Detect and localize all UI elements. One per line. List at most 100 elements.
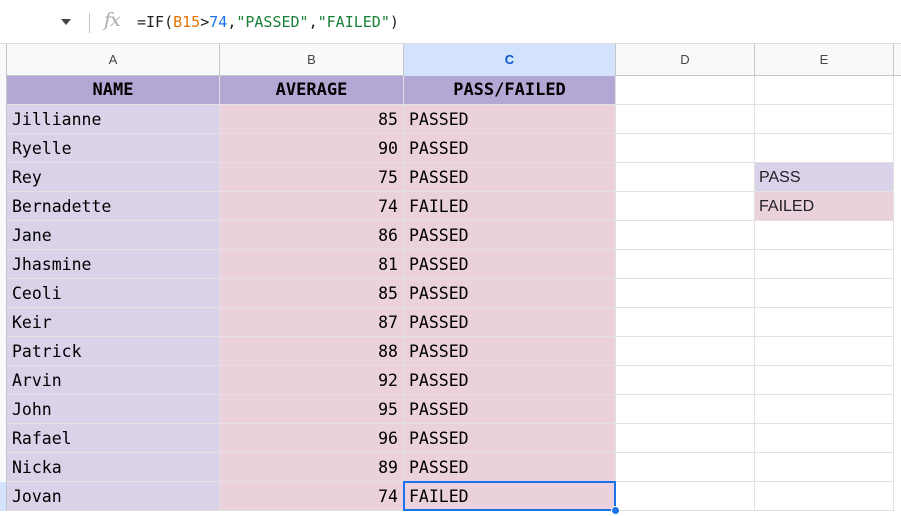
row-header[interactable] xyxy=(0,424,7,453)
empty-cell[interactable] xyxy=(616,395,755,424)
average-cell[interactable]: 74 xyxy=(220,482,404,511)
name-cell[interactable]: Jillianne xyxy=(7,105,220,134)
column-header-d[interactable]: D xyxy=(616,44,755,76)
empty-cell[interactable] xyxy=(616,337,755,366)
empty-cell[interactable] xyxy=(616,366,755,395)
column-header-e[interactable]: E xyxy=(755,44,894,76)
header-cell-name[interactable]: NAME xyxy=(7,76,220,105)
name-cell[interactable]: Ryelle xyxy=(7,134,220,163)
name-cell[interactable]: Rafael xyxy=(7,424,220,453)
formula-cell-ref: B15 xyxy=(173,13,201,31)
result-cell[interactable]: PASSED xyxy=(404,395,616,424)
empty-cell[interactable] xyxy=(616,424,755,453)
result-cell[interactable]: PASSED xyxy=(404,366,616,395)
average-cell[interactable]: 88 xyxy=(220,337,404,366)
average-cell[interactable]: 90 xyxy=(220,134,404,163)
row-header[interactable] xyxy=(0,337,7,366)
empty-cell[interactable] xyxy=(755,221,894,250)
result-cell[interactable]: PASSED xyxy=(404,105,616,134)
result-cell[interactable]: PASSED xyxy=(404,453,616,482)
result-cell[interactable]: PASSED xyxy=(404,163,616,192)
empty-cell[interactable] xyxy=(616,453,755,482)
empty-cell[interactable] xyxy=(616,308,755,337)
empty-cell[interactable] xyxy=(755,279,894,308)
row-header[interactable] xyxy=(0,366,7,395)
empty-cell[interactable] xyxy=(755,76,894,105)
average-cell[interactable]: 85 xyxy=(220,279,404,308)
name-cell[interactable]: Ceoli xyxy=(7,279,220,308)
row-header[interactable] xyxy=(0,250,7,279)
name-cell[interactable]: Jhasmine xyxy=(7,250,220,279)
row-header[interactable] xyxy=(0,192,7,221)
empty-cell[interactable] xyxy=(755,337,894,366)
empty-cell[interactable] xyxy=(755,424,894,453)
empty-cell[interactable] xyxy=(616,279,755,308)
name-cell[interactable]: Nicka xyxy=(7,453,220,482)
result-cell[interactable]: PASSED xyxy=(404,279,616,308)
column-header-a[interactable]: A xyxy=(7,44,220,76)
row-header[interactable] xyxy=(0,134,7,163)
average-cell[interactable]: 95 xyxy=(220,395,404,424)
row-header[interactable] xyxy=(0,279,7,308)
header-cell-average[interactable]: AVERAGE xyxy=(220,76,404,105)
result-cell[interactable]: FAILED xyxy=(404,192,616,221)
row-header[interactable] xyxy=(0,395,7,424)
empty-cell[interactable] xyxy=(616,221,755,250)
empty-cell[interactable] xyxy=(755,250,894,279)
row-header[interactable] xyxy=(0,453,7,482)
row-header[interactable] xyxy=(0,482,7,511)
empty-cell[interactable] xyxy=(755,105,894,134)
empty-cell[interactable] xyxy=(616,482,755,511)
row-header[interactable] xyxy=(0,221,7,250)
result-cell[interactable]: FAILED xyxy=(404,482,616,511)
average-cell[interactable]: 75 xyxy=(220,163,404,192)
empty-cell[interactable] xyxy=(616,134,755,163)
result-cell[interactable]: PASSED xyxy=(404,134,616,163)
empty-cell[interactable] xyxy=(616,192,755,221)
average-cell[interactable]: 86 xyxy=(220,221,404,250)
row-header[interactable] xyxy=(0,163,7,192)
empty-cell[interactable] xyxy=(616,76,755,105)
average-cell[interactable]: 92 xyxy=(220,366,404,395)
name-cell[interactable]: John xyxy=(7,395,220,424)
result-cell[interactable]: PASSED xyxy=(404,424,616,453)
result-cell[interactable]: PASSED xyxy=(404,221,616,250)
average-cell[interactable]: 87 xyxy=(220,308,404,337)
row-header[interactable] xyxy=(0,76,7,105)
column-header-b[interactable]: B xyxy=(220,44,404,76)
empty-cell[interactable] xyxy=(616,250,755,279)
empty-cell[interactable] xyxy=(616,105,755,134)
legend-failed-cell[interactable]: FAILED xyxy=(755,192,894,221)
legend-pass-cell[interactable]: PASS xyxy=(755,163,894,192)
average-cell[interactable]: 89 xyxy=(220,453,404,482)
empty-cell[interactable] xyxy=(616,163,755,192)
name-cell[interactable]: Arvin xyxy=(7,366,220,395)
name-cell[interactable]: Keir xyxy=(7,308,220,337)
column-header-c[interactable]: C xyxy=(404,44,616,76)
empty-cell[interactable] xyxy=(755,308,894,337)
select-all-corner[interactable] xyxy=(0,44,7,76)
empty-cell[interactable] xyxy=(755,134,894,163)
name-cell[interactable]: Patrick xyxy=(7,337,220,366)
empty-cell[interactable] xyxy=(755,453,894,482)
name-cell[interactable]: Rey xyxy=(7,163,220,192)
formula-input[interactable]: =IF(B15>74,"PASSED","FAILED") xyxy=(137,13,399,31)
row-header[interactable] xyxy=(0,105,7,134)
name-cell[interactable]: Jovan xyxy=(7,482,220,511)
header-cell-result[interactable]: PASS/FAILED xyxy=(404,76,616,105)
row-header[interactable] xyxy=(0,308,7,337)
name-cell[interactable]: Bernadette xyxy=(7,192,220,221)
fill-handle[interactable] xyxy=(611,506,620,515)
result-cell[interactable]: PASSED xyxy=(404,308,616,337)
average-cell[interactable]: 96 xyxy=(220,424,404,453)
empty-cell[interactable] xyxy=(755,395,894,424)
average-cell[interactable]: 85 xyxy=(220,105,404,134)
result-cell[interactable]: PASSED xyxy=(404,250,616,279)
average-cell[interactable]: 74 xyxy=(220,192,404,221)
result-cell[interactable]: PASSED xyxy=(404,337,616,366)
average-cell[interactable]: 81 xyxy=(220,250,404,279)
name-cell[interactable]: Jane xyxy=(7,221,220,250)
name-box-dropdown-icon[interactable] xyxy=(61,19,71,25)
empty-cell[interactable] xyxy=(755,482,894,511)
empty-cell[interactable] xyxy=(755,366,894,395)
